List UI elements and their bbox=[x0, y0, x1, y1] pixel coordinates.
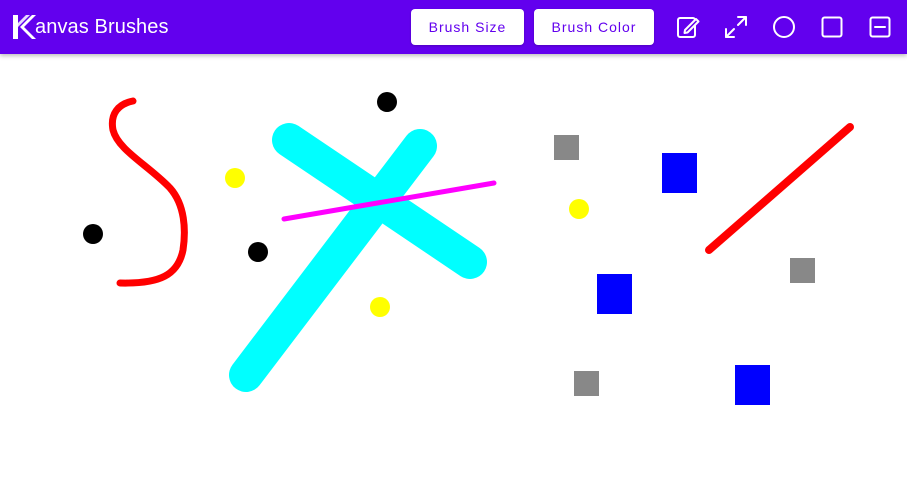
yellow-dot bbox=[370, 297, 390, 317]
brush-size-button[interactable]: Brush Size bbox=[411, 9, 524, 45]
red-curve-stroke bbox=[108, 97, 188, 287]
yellow-dot bbox=[569, 199, 589, 219]
black-dot bbox=[83, 224, 103, 244]
yellow-dot bbox=[225, 168, 245, 188]
blue-square bbox=[735, 365, 770, 405]
square-shape-icon[interactable] bbox=[819, 14, 845, 40]
black-dot bbox=[377, 92, 397, 112]
minus-box-icon[interactable] bbox=[867, 14, 893, 40]
circle-shape-icon[interactable] bbox=[771, 14, 797, 40]
black-dot bbox=[248, 242, 268, 262]
brand: anvas Brushes bbox=[12, 14, 169, 40]
app-title: anvas Brushes bbox=[35, 16, 169, 38]
expand-arrows-icon[interactable] bbox=[723, 14, 749, 40]
red-diagonal-stroke bbox=[705, 123, 854, 254]
pencil-edit-icon[interactable] bbox=[675, 14, 701, 40]
gray-square bbox=[574, 371, 599, 396]
blue-square bbox=[597, 274, 632, 314]
gray-square bbox=[554, 135, 579, 160]
drawing-canvas[interactable] bbox=[0, 54, 907, 502]
blue-square bbox=[662, 153, 697, 193]
kanvas-logo-icon bbox=[13, 15, 36, 39]
gray-square bbox=[790, 258, 815, 283]
brush-color-button[interactable]: Brush Color bbox=[534, 9, 654, 45]
app-bar: anvas Brushes Brush Size Brush Color bbox=[0, 0, 907, 54]
